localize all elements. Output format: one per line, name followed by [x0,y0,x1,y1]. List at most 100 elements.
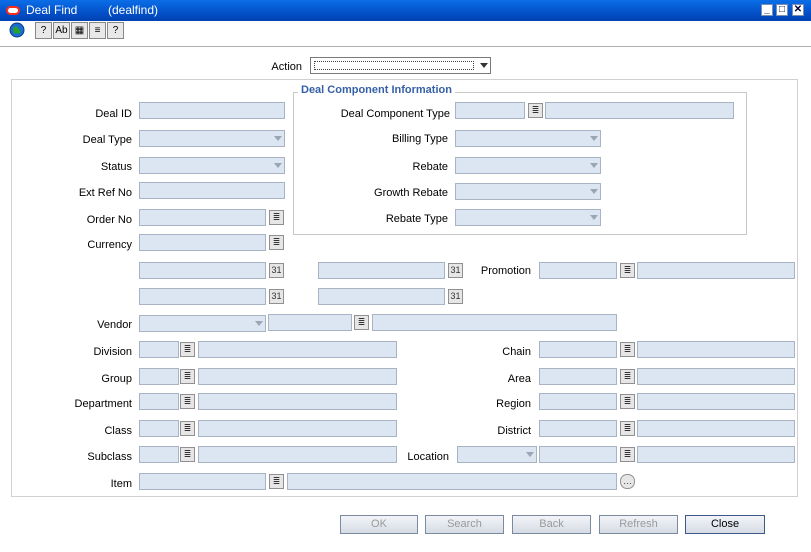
vendor-desc-field [372,314,617,331]
date-field-1[interactable] [139,262,266,279]
promotion-desc-field [637,262,795,279]
lov-list-icon[interactable]: ≣ [620,394,635,409]
class-field[interactable] [139,420,179,437]
growth-rebate-dropdown[interactable] [455,183,601,200]
currency-field[interactable] [139,234,266,251]
chevron-down-icon [274,163,282,168]
department-label: Department [74,398,132,410]
billing-type-label: Billing Type [391,133,448,145]
calculator-icon[interactable]: ▦ [71,22,88,39]
calendar-icon[interactable]: 31 [269,263,284,278]
close-button[interactable]: Close [685,515,765,534]
item-detail-icon[interactable]: … [620,474,635,489]
lov-list-icon[interactable]: ≣ [269,474,284,489]
growth-rebate-label: Growth Rebate [374,187,448,199]
subclass-desc-field [198,446,397,463]
vendor-type-dropdown[interactable] [139,315,266,332]
division-label: Division [93,346,132,358]
region-field[interactable] [539,393,617,410]
billing-type-dropdown[interactable] [455,130,601,147]
promotion-field[interactable] [539,262,617,279]
action-label: Action [271,61,302,73]
deal-type-dropdown[interactable] [139,130,285,147]
subclass-field[interactable] [139,446,179,463]
location-type-dropdown[interactable] [457,446,537,463]
department-desc-field [198,393,397,410]
group-label: Group [101,373,132,385]
window-title: Deal Find [26,3,78,17]
currency-label: Currency [87,239,132,251]
calendar-icon[interactable]: 31 [269,289,284,304]
date-field-2[interactable] [318,262,445,279]
status-dropdown[interactable] [139,157,285,174]
deal-component-type-field[interactable] [455,102,525,119]
lov-list-icon[interactable]: ≣ [180,342,195,357]
order-no-field[interactable] [139,209,266,226]
lov-list-icon[interactable]: ≣ [180,369,195,384]
rebate-dropdown[interactable] [455,157,601,174]
maximize-icon[interactable]: □ [776,4,788,16]
deal-type-label: Deal Type [82,134,132,146]
chevron-down-icon [526,452,534,457]
group-field[interactable] [139,368,179,385]
lov-list-icon[interactable]: ≣ [620,263,635,278]
vendor-label: Vendor [97,319,132,331]
department-field[interactable] [139,393,179,410]
division-field[interactable] [139,341,179,358]
action-dropdown[interactable] [310,57,491,74]
deal-id-field[interactable] [139,102,285,119]
district-field[interactable] [539,420,617,437]
globe-icon[interactable] [8,22,25,39]
lov-list-icon[interactable]: ≣ [269,235,284,250]
location-field[interactable] [539,446,617,463]
lov-list-icon[interactable]: ≣ [620,421,635,436]
close-window-icon[interactable]: ✕ [792,4,804,16]
chevron-down-icon [480,63,488,68]
rebate-type-dropdown[interactable] [455,209,601,226]
question-icon[interactable]: ? [107,22,124,39]
promotion-label: Promotion [480,265,531,277]
ext-ref-no-field[interactable] [139,182,285,199]
minimize-icon[interactable]: _ [761,4,773,16]
back-button[interactable]: Back [512,515,591,534]
date-field-3[interactable] [139,288,266,305]
lov-list-icon[interactable]: ≣ [620,342,635,357]
area-field[interactable] [539,368,617,385]
window-subtitle: (dealfind) [108,3,159,17]
lov-list-icon[interactable]: ≣ [269,210,284,225]
deal-component-type-desc-field [545,102,734,119]
lov-list-icon[interactable]: ≣ [180,394,195,409]
lov-list-icon[interactable]: ≣ [180,447,195,462]
spellcheck-icon[interactable]: Ab [53,22,70,39]
refresh-button[interactable]: Refresh [599,515,678,534]
lov-list-icon[interactable]: ≣ [180,421,195,436]
lov-list-icon[interactable]: ≣ [620,447,635,462]
search-button[interactable]: Search [425,515,504,534]
lov-list-icon[interactable]: ≣ [620,369,635,384]
chain-field[interactable] [539,341,617,358]
lov-list-icon[interactable]: ≣ [354,315,369,330]
calendar-icon[interactable]: 31 [448,289,463,304]
status-label: Status [100,161,132,173]
chevron-down-icon [590,189,598,194]
chevron-down-icon [255,321,263,326]
ok-button[interactable]: OK [340,515,418,534]
deal-component-title: Deal Component Information [298,84,455,96]
chevron-down-icon [590,215,598,220]
notepad-icon[interactable]: ≡ [89,22,106,39]
help-icon[interactable]: ? [35,22,52,39]
item-field[interactable] [139,473,266,490]
area-desc-field [637,368,795,385]
subclass-label: Subclass [87,451,132,463]
division-desc-field [198,341,397,358]
region-label: Region [496,398,531,410]
title-bar: Deal Find (dealfind) _ □ ✕ [0,0,811,21]
deal-id-label: Deal ID [95,108,132,120]
date-field-4[interactable] [318,288,445,305]
chain-desc-field [637,341,795,358]
deal-component-type-label: Deal Component Type [340,108,450,120]
vendor-field[interactable] [268,314,352,331]
lov-list-icon[interactable]: ≣ [528,103,543,118]
district-label: District [497,425,531,437]
group-desc-field [198,368,397,385]
